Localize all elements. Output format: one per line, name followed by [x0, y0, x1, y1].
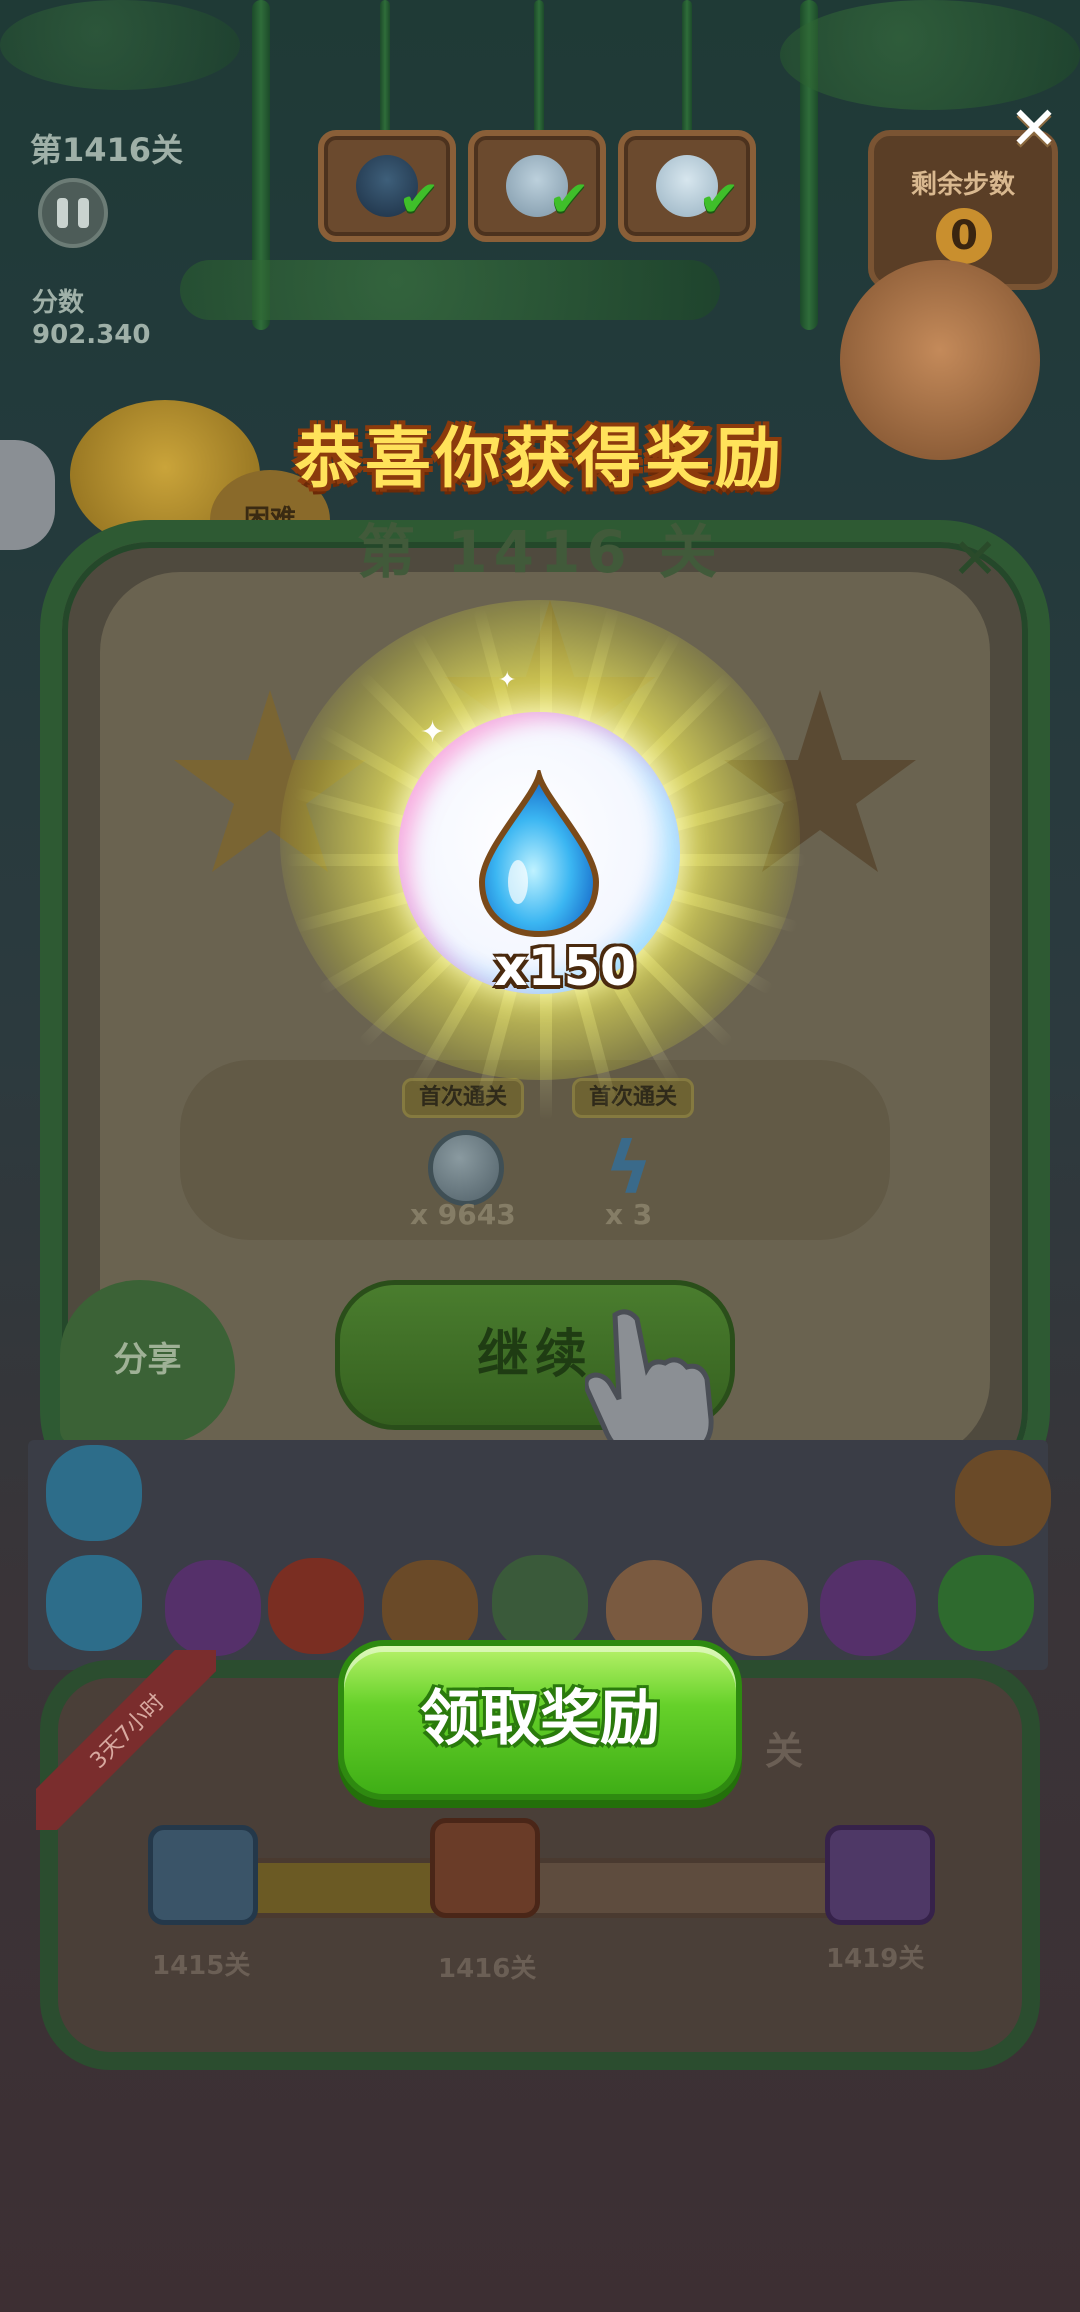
reward-quantity: x150	[493, 938, 637, 998]
sparkle-icon: ✦	[420, 715, 446, 750]
reward-title: 恭喜你获得奖励	[295, 420, 785, 497]
close-icon[interactable]: ✕	[1005, 99, 1063, 159]
water-drop-icon	[478, 770, 600, 938]
claim-reward-button[interactable]: 领取奖励	[338, 1640, 742, 1800]
sparkle-icon: ✦	[498, 668, 517, 693]
overlay-dim	[0, 0, 1080, 2312]
